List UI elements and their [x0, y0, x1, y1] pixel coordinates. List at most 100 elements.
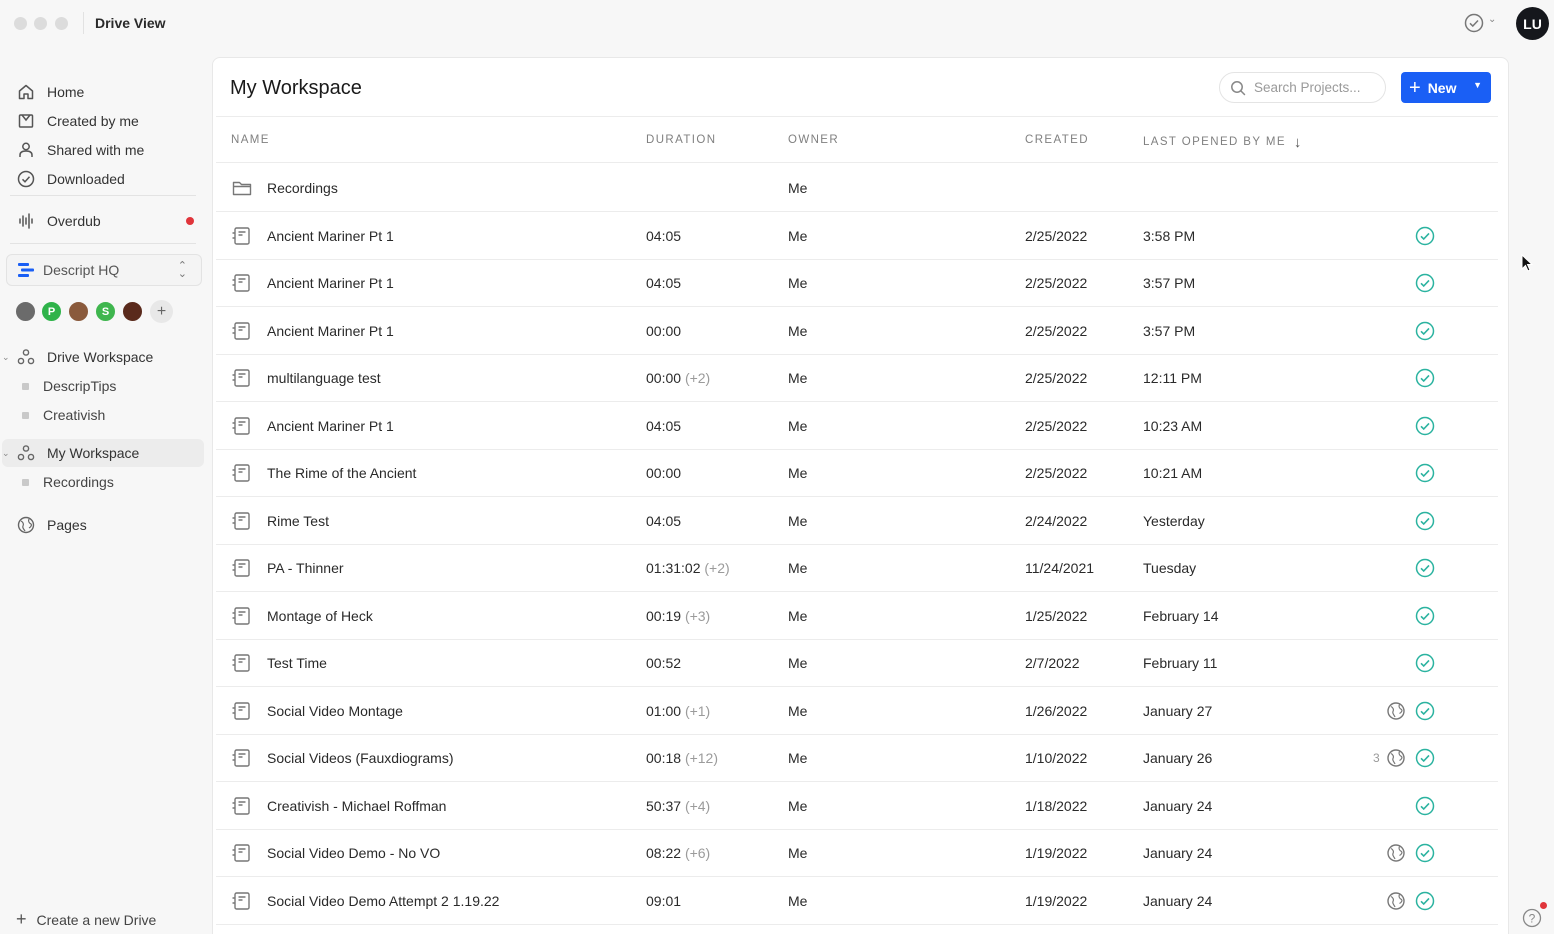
column-header-duration[interactable]: DURATION: [646, 134, 716, 146]
column-header-last-opened[interactable]: LAST OPENED BY ME ↓: [1143, 134, 1301, 151]
user-avatar[interactable]: LU: [1516, 7, 1549, 40]
sidebar-item-recordings[interactable]: Recordings: [10, 469, 205, 495]
row-last-opened: January 24: [1143, 797, 1213, 814]
member-avatar[interactable]: S: [94, 300, 117, 323]
row-duration: 00:19 (+3): [646, 608, 710, 624]
column-header-created[interactable]: CREATED: [1025, 134, 1089, 146]
help-icon[interactable]: ?: [1522, 908, 1542, 928]
table-row[interactable]: Social Videos (Fauxdiograms) 00:18 (+12) M…: [216, 734, 1498, 782]
table-row[interactable]: Ancient Mariner Pt 1 04:05 Me 2/25/2022 3:5…: [216, 212, 1498, 260]
sort-descending-icon[interactable]: ↓: [1294, 134, 1302, 151]
column-header-owner[interactable]: OWNER: [788, 134, 839, 146]
row-created: 2/25/2022: [1025, 322, 1088, 339]
sidebar-item-created-by-me[interactable]: Created by me: [10, 107, 205, 135]
sidebar-item-creativish[interactable]: Creativish: [10, 402, 205, 428]
sidebar-item-descriptips[interactable]: DescripTips: [10, 373, 205, 399]
row-duration: 50:37 (+4): [646, 798, 710, 814]
table-row[interactable]: Rime Test 04:05 Me 2/24/2022 Yesterday: [216, 497, 1498, 545]
drive-selector[interactable]: Descript HQ ⌃ ⌄: [6, 254, 202, 286]
window-minimize-button[interactable]: [34, 17, 47, 30]
create-drive-button[interactable]: + Create a new Drive: [16, 909, 156, 930]
sidebar-item-pages[interactable]: Pages: [10, 511, 205, 539]
project-icon: [231, 652, 253, 674]
window-zoom-button[interactable]: [55, 17, 68, 30]
sidebar-item-overdub[interactable]: Overdub: [10, 207, 205, 235]
search-input[interactable]: Search Projects...: [1219, 72, 1386, 103]
window-close-button[interactable]: [14, 17, 27, 30]
member-avatar[interactable]: [14, 300, 37, 323]
row-owner: Me: [788, 275, 808, 291]
sidebar-item-downloaded[interactable]: Downloaded: [10, 165, 205, 193]
sidebar-item-my-workspace[interactable]: My Workspace: [2, 439, 204, 467]
project-icon: [231, 747, 253, 769]
table-row[interactable]: Social Video Demo Attempt 2 1.19.22 09:01…: [216, 877, 1498, 925]
globe-icon[interactable]: [1386, 701, 1406, 721]
chevron-down-icon[interactable]: ⌄: [2, 352, 10, 363]
page-title: My Workspace: [230, 77, 362, 99]
chevron-down-icon[interactable]: ▼: [1473, 80, 1482, 90]
duration-value: 00:52: [646, 655, 682, 671]
globe-icon[interactable]: [1386, 843, 1406, 863]
row-duration: 00:00 (+2): [646, 370, 710, 386]
folder-bullet-icon: [22, 478, 29, 486]
table-row[interactable]: Montage of Heck 00:19 (+3) Me 1/25/2022 Febr…: [216, 592, 1498, 640]
member-avatar[interactable]: [67, 300, 90, 323]
help-notification-dot: [1540, 902, 1547, 909]
plus-icon: +: [1409, 76, 1421, 99]
row-name: Test Time: [267, 655, 327, 671]
table-row[interactable]: Ancient Mariner Pt 1 04:05 Me 2/25/2022 10:…: [216, 402, 1498, 450]
table-row[interactable]: PA - Thinner 01:31:02 (+2) Me 11/24/2021 Tue…: [216, 544, 1498, 592]
table-row[interactable]: Creativish - Michael Roffman 50:37 (+4) Me…: [216, 782, 1498, 830]
row-last-opened: Yesterday: [1143, 512, 1205, 529]
table-row[interactable]: Ancient Mariner Pt 1 04:05 Me 2/25/2022 3:5…: [216, 259, 1498, 307]
sidebar-item-drive-workspace[interactable]: Drive Workspace: [10, 343, 205, 371]
svg-text:?: ?: [1529, 912, 1536, 926]
folder-bullet-icon: [22, 382, 29, 390]
column-header-label: LAST OPENED BY ME: [1143, 136, 1286, 148]
row-last-opened: February 14: [1143, 607, 1219, 624]
project-icon: [231, 510, 253, 532]
synced-check-icon: [1415, 796, 1435, 816]
member-avatar[interactable]: P: [40, 300, 63, 323]
chevron-down-icon[interactable]: ⌄: [2, 448, 10, 459]
table-row[interactable]: Social Video Demo - No VO 08:22 (+6) Me 1/1…: [216, 829, 1498, 877]
row-name: Ancient Mariner Pt 1: [267, 417, 394, 434]
sync-menu-chevron-icon[interactable]: ⌄: [1488, 14, 1496, 25]
project-icon: [231, 842, 253, 864]
new-button[interactable]: + New ▼: [1401, 72, 1491, 103]
row-name: multilanguage test: [267, 370, 381, 386]
row-name: The Rime of the Ancient: [267, 465, 417, 481]
table-row[interactable]: Social Video Montage 01:00 (+1) Me 1/26/202…: [216, 687, 1498, 735]
person-icon: [16, 140, 36, 160]
column-header-name[interactable]: NAME: [231, 134, 270, 146]
descript-logo-icon: [18, 263, 34, 277]
globe-icon[interactable]: [1386, 891, 1406, 911]
project-icon: [231, 272, 253, 294]
sync-status-icon[interactable]: [1464, 13, 1484, 33]
duration-value: 01:31:02: [646, 560, 701, 576]
table-row[interactable]: Test Time 00:52 Me 2/7/2022 February 11: [216, 639, 1498, 687]
row-owner: Me: [788, 417, 808, 434]
globe-icon[interactable]: [1386, 748, 1406, 768]
sidebar-item-shared-with-me[interactable]: Shared with me: [10, 136, 205, 164]
mouse-cursor-icon: [1521, 254, 1534, 272]
row-owner: Me: [788, 797, 808, 814]
folder-bullet-icon: [22, 411, 29, 419]
table-row[interactable]: Ancient Mariner Pt 1 00:00 Me 2/25/2022 3:5…: [216, 307, 1498, 355]
folder-row[interactable]: Recordings Me: [216, 164, 1498, 212]
add-member-button[interactable]: +: [150, 300, 173, 323]
duration-extra: (+1): [684, 702, 711, 719]
row-last-opened: 3:58 PM: [1143, 227, 1196, 244]
home-icon: [16, 82, 36, 102]
duration-value: 01:00: [646, 702, 682, 719]
sidebar-item-home[interactable]: Home: [10, 78, 205, 106]
table-row[interactable]: multilanguage test 00:00 (+2) Me 2/25/2022 1…: [216, 354, 1498, 402]
row-name: Social Videos (Fauxdiograms): [267, 750, 454, 766]
share-count: 3: [1373, 751, 1380, 765]
member-avatar[interactable]: [121, 300, 144, 323]
sidebar-item-label: Pages: [47, 517, 87, 533]
project-icon: [231, 795, 253, 817]
table-row[interactable]: The Rime of the Ancient 00:00 Me 2/25/2022…: [216, 449, 1498, 497]
created-icon: [16, 111, 36, 131]
duration-extra: (+6): [684, 845, 711, 861]
